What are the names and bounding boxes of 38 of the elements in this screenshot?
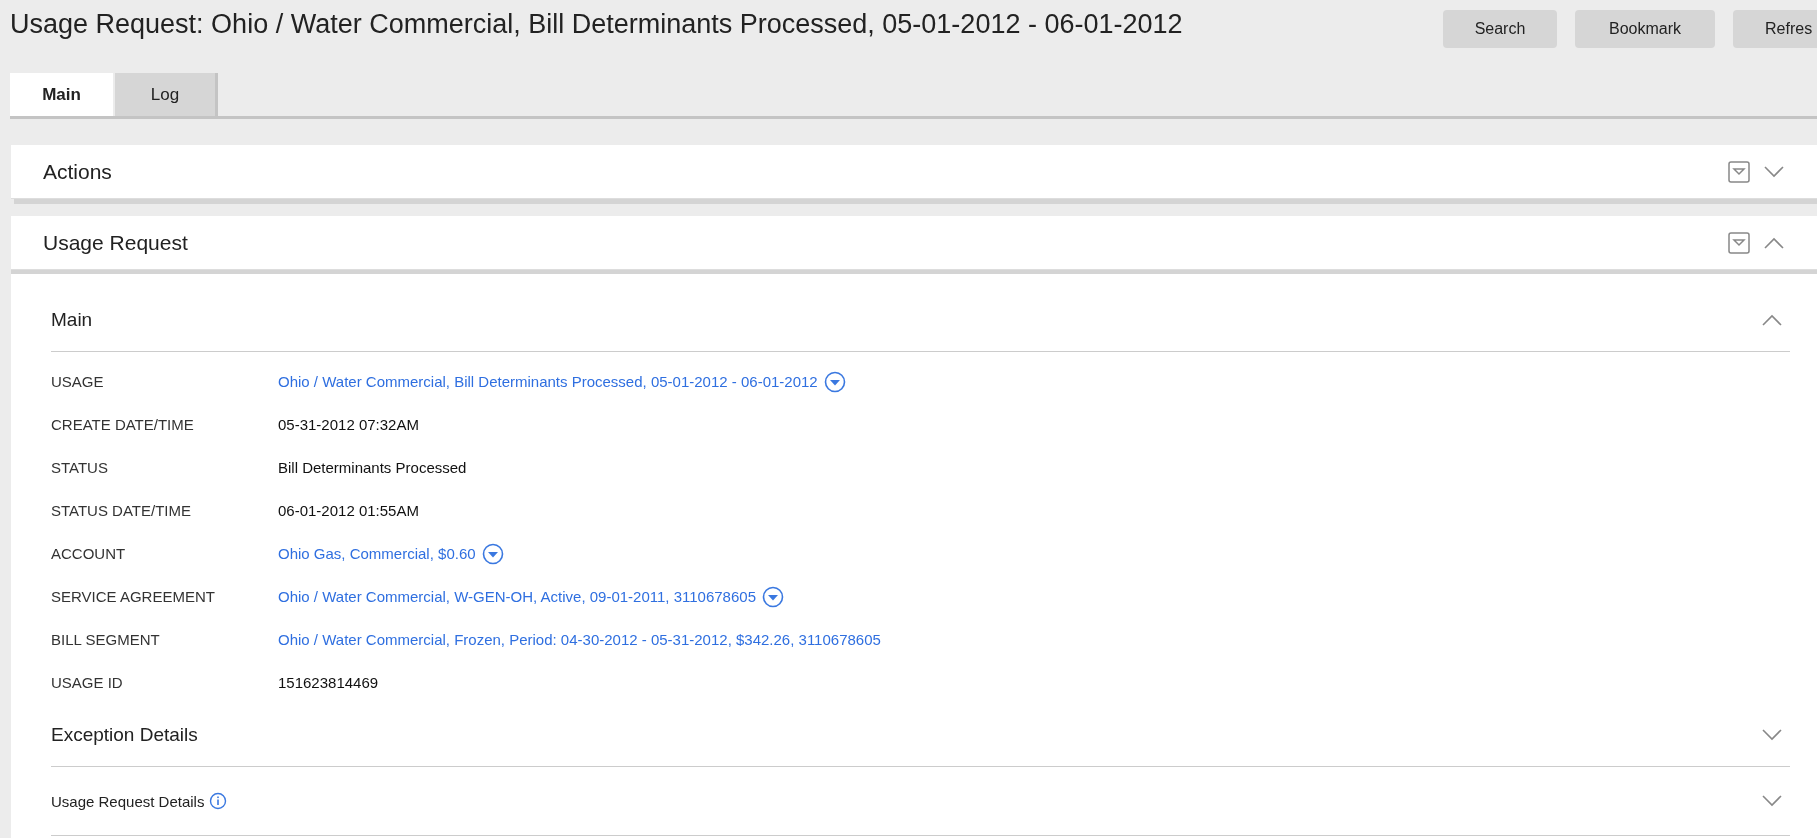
field-label: USAGE ID — [51, 674, 124, 691]
field-label: STATUS DATE/TIME — [51, 502, 192, 519]
field-label: USAGE — [51, 373, 105, 390]
info-icon[interactable] — [209, 792, 228, 810]
panel-title: Actions — [43, 159, 113, 184]
field-label: CREATE DATE/TIME — [51, 416, 195, 433]
field-label: STATUS — [51, 459, 109, 476]
chevron-down-icon[interactable] — [1762, 795, 1782, 807]
toolbar-button[interactable]: Refres — [1733, 10, 1817, 48]
field-value: 151623814469 — [278, 674, 379, 691]
context-menu-icon[interactable] — [481, 542, 504, 565]
toolbar-button[interactable]: Search — [1443, 10, 1557, 48]
menu-dropdown-icon[interactable] — [1728, 231, 1750, 254]
page-title: Usage Request: Ohio / Water Commercial, Bill Determinants Processed, 05-01-2012 - 06-01-2012 — [9, 8, 1183, 40]
section-title: Exception Details — [51, 724, 198, 746]
field-value: 06-01-2012 01:55AM — [278, 502, 419, 519]
field-link[interactable]: Ohio / Water Commercial, Frozen, Period: 04-30-2012 - 05-31-2012, $342.26, 3110678605 — [278, 631, 881, 648]
tab[interactable]: Main — [10, 73, 113, 116]
chevron-down-icon[interactable] — [1762, 729, 1782, 741]
field-label: BILL SEGMENT — [51, 631, 161, 648]
section-title: Main — [51, 309, 93, 331]
toolbar-button[interactable]: Bookmark — [1575, 10, 1715, 48]
field-link[interactable]: Ohio / Water Commercial, W-GEN-OH, Active, 09-01-2011, 3110678605 — [278, 588, 756, 605]
field-value: Bill Determinants Processed — [278, 459, 467, 476]
context-menu-icon[interactable] — [823, 370, 846, 393]
tab[interactable]: Log — [115, 73, 218, 116]
chevron-up-icon[interactable] — [1764, 236, 1784, 249]
panel-title: Usage Request — [43, 230, 189, 255]
chevron-up-icon[interactable] — [1762, 314, 1782, 326]
section-title: Usage Request Details — [51, 792, 205, 810]
chevron-down-icon[interactable] — [1764, 165, 1784, 178]
field-link[interactable]: Ohio / Water Commercial, Bill Determinants Processed, 05-01-2012 - 06-01-2012 — [278, 373, 818, 390]
menu-dropdown-icon[interactable] — [1728, 160, 1750, 183]
context-menu-icon[interactable] — [762, 585, 784, 608]
field-value: 05-31-2012 07:32AM — [278, 416, 419, 433]
field-label: ACCOUNT — [51, 545, 127, 562]
field-label: SERVICE AGREEMENT — [51, 588, 216, 605]
field-link[interactable]: Ohio Gas, Commercial, $0.60 — [278, 545, 476, 562]
